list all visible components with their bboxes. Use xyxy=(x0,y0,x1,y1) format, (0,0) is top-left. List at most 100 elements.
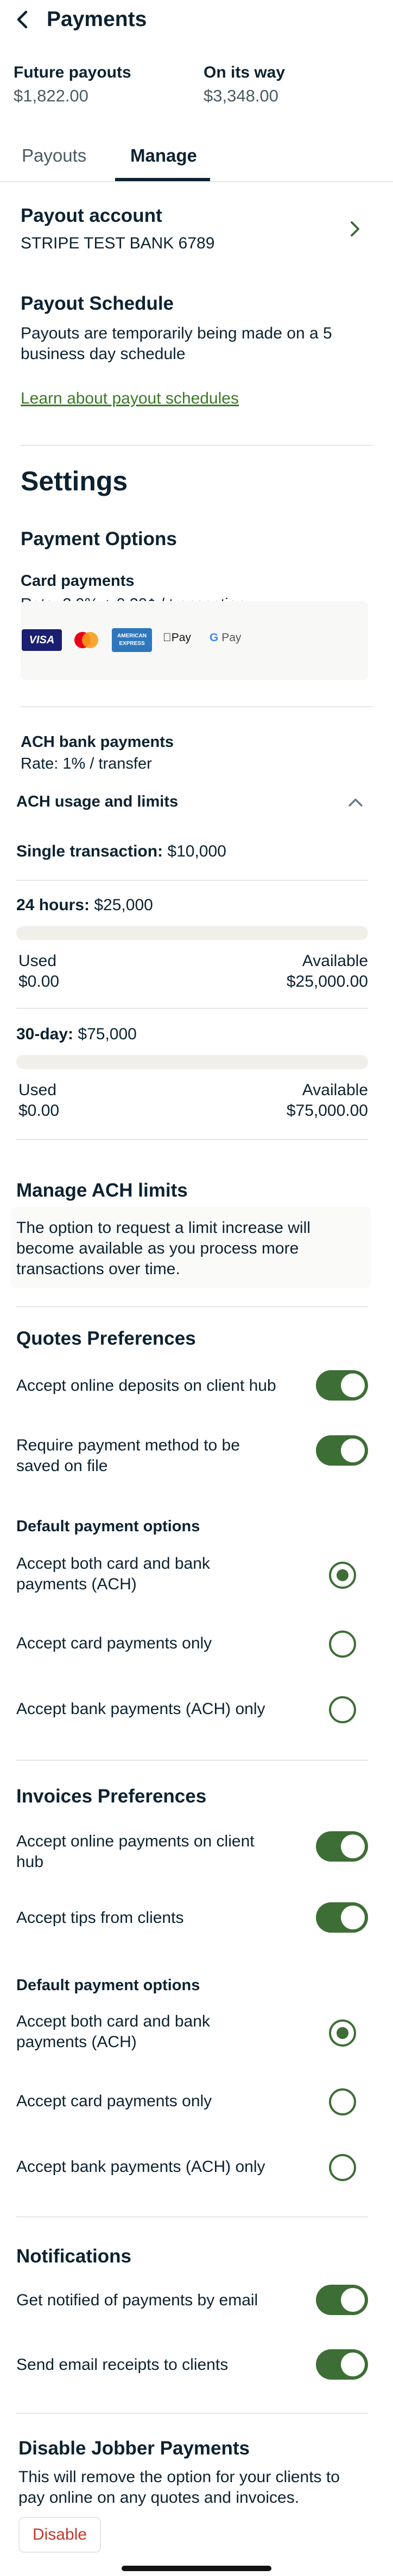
chevron-right-icon xyxy=(351,221,359,236)
apple-pay-icon: Pay xyxy=(163,631,191,644)
quotes-opt-card-radio[interactable] xyxy=(329,1631,356,1658)
payout-schedule-text-line1: Payouts are temporarily being made on a … xyxy=(21,324,332,342)
invoices-tips-label: Accept tips from clients xyxy=(16,1909,184,1927)
radio-dot xyxy=(337,2027,348,2039)
quotes-require-method-line1: Require payment method to be xyxy=(16,1436,240,1454)
google-pay-icon: G Pay xyxy=(210,631,241,644)
section-divider xyxy=(21,706,372,707)
disable-payments-text-line1: This will remove the option for your cli… xyxy=(18,2468,340,2486)
invoices-opt-both-radio[interactable] xyxy=(329,2019,356,2047)
notify-email-toggle[interactable] xyxy=(316,2285,368,2315)
google-g-icon: G xyxy=(210,631,219,644)
manage-ach-text-line2: become available as you process more xyxy=(16,1239,299,1257)
payout-account-row[interactable]: Payout account STRIPE TEST BANK 6789 xyxy=(0,190,393,266)
future-payouts-label: Future payouts xyxy=(14,63,131,81)
visa-icon: VISA xyxy=(22,629,62,651)
30d-available-value: $75,000.00 xyxy=(286,1102,368,1120)
quotes-opt-bank-label: Accept bank payments (ACH) only xyxy=(16,1700,265,1718)
quotes-require-method-toggle[interactable] xyxy=(316,1435,368,1466)
invoices-opt-both-line1: Accept both card and bank xyxy=(16,2012,210,2030)
quotes-opt-bank-radio[interactable] xyxy=(329,1696,356,1723)
email-receipts-label: Send email receipts to clients xyxy=(16,2356,229,2374)
30d-used-value: $0.00 xyxy=(18,1102,60,1120)
quotes-online-deposits-label: Accept online deposits on client hub xyxy=(16,1377,276,1395)
invoices-preferences-title: Invoices Preferences xyxy=(16,1786,207,1807)
payout-schedule-link[interactable]: Learn about payout schedules xyxy=(21,389,239,408)
amex-text-2: EXPRESS xyxy=(119,641,145,647)
section-divider xyxy=(16,880,368,881)
amex-text-1: AMERICAN xyxy=(117,633,147,639)
24h-available-label: Available xyxy=(302,952,368,970)
quotes-require-method-line2: saved on file xyxy=(16,1457,108,1475)
back-button[interactable] xyxy=(12,8,34,31)
invoices-online-payments-toggle[interactable] xyxy=(316,1831,368,1862)
toggle-knob xyxy=(341,1834,365,1858)
ach-limits-header[interactable]: ACH usage and limits xyxy=(0,787,393,819)
mastercard-icon xyxy=(74,632,98,648)
invoices-opt-card-label: Accept card payments only xyxy=(16,2092,212,2110)
30d-limit: 30-day: $75,000 xyxy=(16,1025,137,1044)
30d-available-label: Available xyxy=(302,1081,368,1099)
disable-button[interactable]: Disable xyxy=(18,2517,101,2553)
tab-payouts[interactable]: Payouts xyxy=(22,145,86,166)
invoices-online-payments-line1: Accept online payments on client xyxy=(16,1832,255,1850)
section-divider xyxy=(16,1760,368,1761)
single-transaction-limit: Single transaction: $10,000 xyxy=(16,842,226,861)
section-divider xyxy=(16,2413,368,2414)
quotes-opt-both-line2: payments (ACH) xyxy=(16,1575,137,1593)
payout-account-title: Payout account xyxy=(21,205,162,226)
invoices-tips-toggle[interactable] xyxy=(316,1902,368,1933)
chevron-left-icon xyxy=(17,10,28,29)
tab-manage[interactable]: Manage xyxy=(130,145,197,166)
on-its-way-value: $3,348.00 xyxy=(204,86,278,105)
radio-dot xyxy=(337,1569,348,1581)
section-divider xyxy=(16,1008,368,1009)
24h-used-value: $0.00 xyxy=(18,973,60,990)
24h-limit: 24 hours: $25,000 xyxy=(16,896,153,915)
quotes-opt-both-radio[interactable] xyxy=(329,1562,356,1589)
settings-title: Settings xyxy=(21,466,128,496)
payout-account-value: STRIPE TEST BANK 6789 xyxy=(21,234,215,252)
toggle-knob xyxy=(341,2288,365,2312)
quotes-preferences-title: Quotes Preferences xyxy=(16,1328,196,1349)
quotes-default-options-title: Default payment options xyxy=(16,1518,200,1535)
payout-schedule-title: Payout Schedule xyxy=(21,293,174,314)
ach-limits-title: ACH usage and limits xyxy=(16,793,179,810)
toggle-knob xyxy=(341,1439,365,1462)
toggle-knob xyxy=(341,1373,365,1397)
google-pay-text: Pay xyxy=(221,631,242,644)
ach-payments-rate: Rate: 1% / transfer xyxy=(21,755,152,772)
notify-email-label: Get notified of payments by email xyxy=(16,2291,258,2309)
amex-icon: AMERICAN EXPRESS xyxy=(112,628,152,652)
email-receipts-toggle[interactable] xyxy=(316,2349,368,2380)
quotes-opt-both-line1: Accept both card and bank xyxy=(16,1555,210,1573)
invoices-opt-both-line2: payments (ACH) xyxy=(16,2033,137,2051)
chevron-up-icon xyxy=(348,798,363,807)
24h-label: 24 hours: xyxy=(16,896,90,914)
card-payments-title: Card payments xyxy=(21,572,135,590)
24h-usage-bar xyxy=(16,926,368,940)
30d-value: $75,000 xyxy=(78,1025,137,1043)
single-transaction-label: Single transaction: xyxy=(16,842,163,860)
disable-payments-text-line2: pay online on any quotes and invoices. xyxy=(18,2489,300,2507)
quotes-online-deposits-toggle[interactable] xyxy=(316,1370,368,1401)
disable-payments-title: Disable Jobber Payments xyxy=(18,2438,250,2459)
single-transaction-value: $10,000 xyxy=(167,842,226,860)
apple-icon:  xyxy=(163,631,172,644)
payment-options-title: Payment Options xyxy=(21,528,177,549)
section-divider xyxy=(21,445,372,446)
quotes-opt-card-label: Accept card payments only xyxy=(16,1634,212,1652)
invoices-opt-bank-label: Accept bank payments (ACH) only xyxy=(16,2158,265,2176)
24h-value: $25,000 xyxy=(94,896,153,914)
manage-ach-title: Manage ACH limits xyxy=(16,1180,188,1201)
invoices-opt-bank-radio[interactable] xyxy=(329,2154,356,2181)
toggle-knob xyxy=(341,1906,365,1929)
invoices-online-payments-line2: hub xyxy=(16,1853,44,1871)
section-divider xyxy=(16,1306,368,1307)
tabs-divider xyxy=(0,181,393,182)
24h-used-label: Used xyxy=(18,952,57,970)
30d-label: 30-day: xyxy=(16,1025,74,1043)
30d-usage-bar xyxy=(16,1055,368,1069)
invoices-opt-card-radio[interactable] xyxy=(329,2088,356,2115)
future-payouts-value: $1,822.00 xyxy=(14,86,88,105)
